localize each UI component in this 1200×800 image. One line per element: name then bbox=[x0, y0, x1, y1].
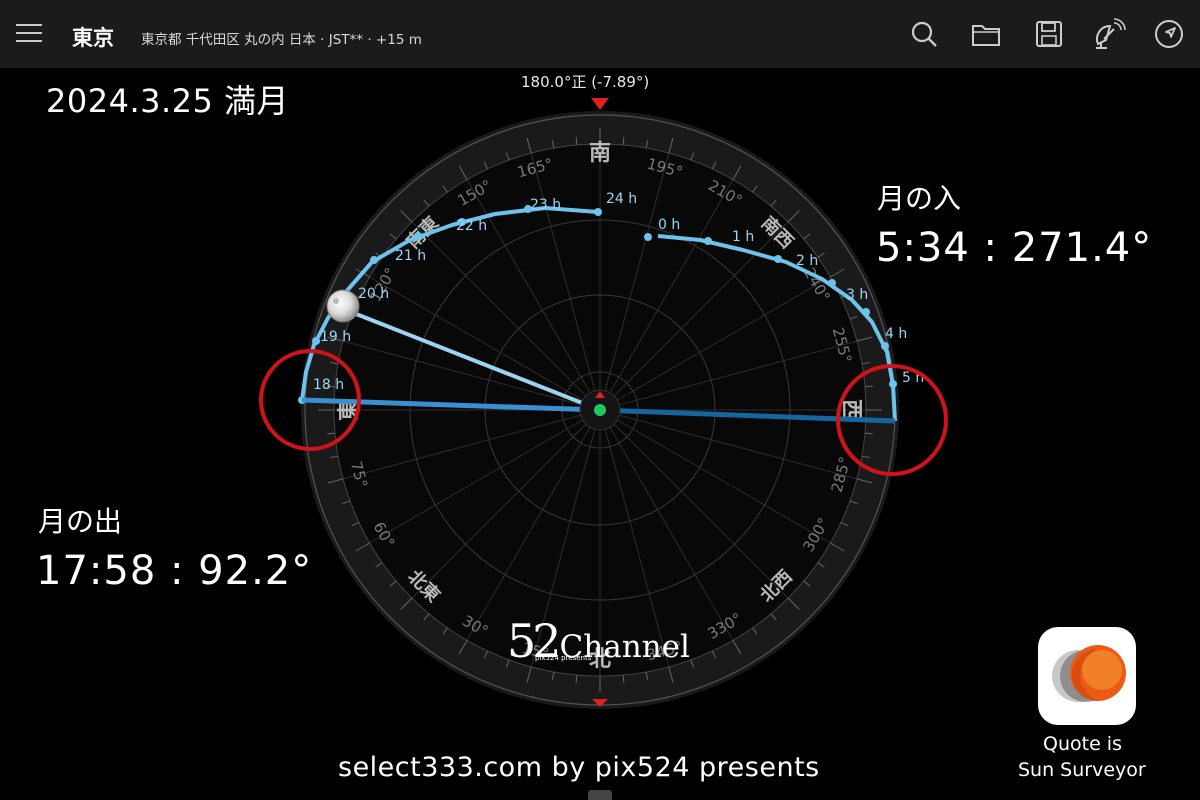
degree-tick bbox=[575, 136, 578, 146]
heading-readout: 180.0°正 (-7.89°) bbox=[521, 73, 650, 91]
drawer-handle[interactable] bbox=[588, 790, 612, 800]
hour-dot bbox=[889, 380, 897, 388]
quote-line-2: Sun Surveyor bbox=[1018, 759, 1146, 781]
sun-surveyor-app-icon bbox=[1038, 627, 1136, 725]
hour-label: 23 h bbox=[530, 197, 561, 213]
date-label: 2024.3.25 満月 bbox=[46, 82, 290, 120]
hour-dot bbox=[862, 308, 870, 316]
moon-crater bbox=[346, 310, 352, 316]
hour-dot bbox=[704, 237, 712, 245]
hour-dot bbox=[644, 233, 652, 241]
hour-dot bbox=[370, 256, 378, 264]
hour-dot bbox=[414, 232, 422, 240]
hour-label: 18 h bbox=[313, 377, 344, 393]
degree-tick bbox=[326, 432, 336, 435]
hour-label: 24 h bbox=[606, 191, 637, 207]
degree-tick bbox=[622, 136, 625, 146]
moonset-title: 月の入 bbox=[877, 182, 962, 215]
footer-credit: select333.com by pix524 presents bbox=[338, 752, 820, 783]
hour-label: 0 h bbox=[658, 217, 680, 233]
heading-marker-top bbox=[591, 98, 609, 110]
hour-label: 2 h bbox=[796, 253, 818, 269]
hour-label: 3 h bbox=[846, 287, 868, 303]
hour-label: 4 h bbox=[885, 326, 907, 342]
hour-dot bbox=[774, 255, 782, 263]
quote-line-1: Quote is bbox=[1043, 733, 1122, 755]
hour-label: 22 h bbox=[456, 218, 487, 234]
moonset-value: 5:34 : 271.4° bbox=[876, 225, 1153, 271]
moon-icon bbox=[326, 289, 360, 323]
hour-label: 19 h bbox=[320, 329, 351, 345]
moonrise-value: 17:58 : 92.2° bbox=[36, 548, 313, 594]
observer-location-dot bbox=[594, 404, 606, 416]
degree-tick bbox=[575, 674, 578, 684]
logo-subtext: pix524 presents bbox=[535, 654, 592, 662]
hour-label: 21 h bbox=[395, 248, 426, 264]
moonrise-title: 月の出 bbox=[38, 505, 123, 538]
hour-dot bbox=[312, 337, 320, 345]
hour-dot bbox=[881, 342, 889, 350]
direction-label: 南 bbox=[589, 141, 611, 166]
degree-tick bbox=[864, 432, 874, 435]
hour-label: 20 h bbox=[358, 286, 389, 302]
channel-logo: 52Channel pix524 presents bbox=[507, 614, 690, 668]
hour-label: 1 h bbox=[732, 229, 754, 245]
degree-tick bbox=[622, 674, 625, 684]
moon-crater bbox=[333, 298, 339, 304]
hour-dot bbox=[594, 208, 602, 216]
hour-dot bbox=[828, 279, 836, 287]
degree-tick bbox=[864, 385, 874, 388]
